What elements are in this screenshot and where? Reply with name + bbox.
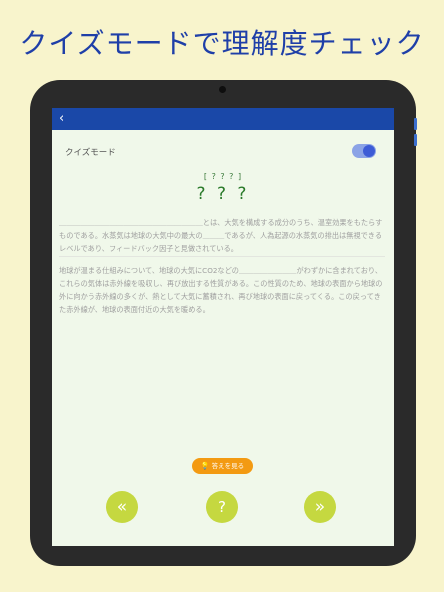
quiz-mode-label: クイズモード — [65, 148, 116, 158]
side-button-bottom — [414, 134, 417, 146]
quiz-paragraph-1: ＿＿＿＿＿＿＿＿＿＿＿＿＿＿＿＿＿＿＿＿とは、大気を構成する成分のうち、温室効果… — [59, 218, 383, 253]
next-button[interactable]: » — [304, 491, 336, 523]
camera-dot — [219, 86, 226, 93]
show-answer-button[interactable]: 💡 答えを見る — [192, 458, 253, 474]
quiz-paragraph-2: 地球が温まる仕組みについて、地球の大気にCO2などの＿＿＿＿＿＿＿＿がわずかに含… — [59, 266, 383, 314]
app-screen: ‹ クイズモード [ ? ? ? ] ? ? ? ＿＿＿＿＿＿＿＿＿＿＿＿＿＿＿… — [52, 108, 394, 546]
tablet-frame: ‹ クイズモード [ ? ? ? ] ? ? ? ＿＿＿＿＿＿＿＿＿＿＿＿＿＿＿… — [30, 80, 417, 566]
toggle-knob — [363, 145, 375, 157]
paragraph-divider — [59, 256, 385, 257]
top-navigation-bar: ‹ — [52, 108, 394, 130]
quiz-mode-toggle[interactable] — [352, 144, 376, 158]
promo-headline: クイズモードで理解度チェック — [19, 27, 425, 60]
hint-button[interactable]: ? — [206, 491, 238, 523]
lightbulb-icon: 💡 — [200, 462, 210, 470]
previous-button[interactable]: « — [106, 491, 138, 523]
show-answer-label: 答えを見る — [211, 462, 245, 470]
question-bracket: [ ? ? ? ] — [203, 172, 243, 181]
chevron-left-icon[interactable]: ‹ — [59, 112, 71, 125]
question-title: ? ? ? — [196, 184, 250, 204]
side-button-top — [414, 118, 417, 130]
